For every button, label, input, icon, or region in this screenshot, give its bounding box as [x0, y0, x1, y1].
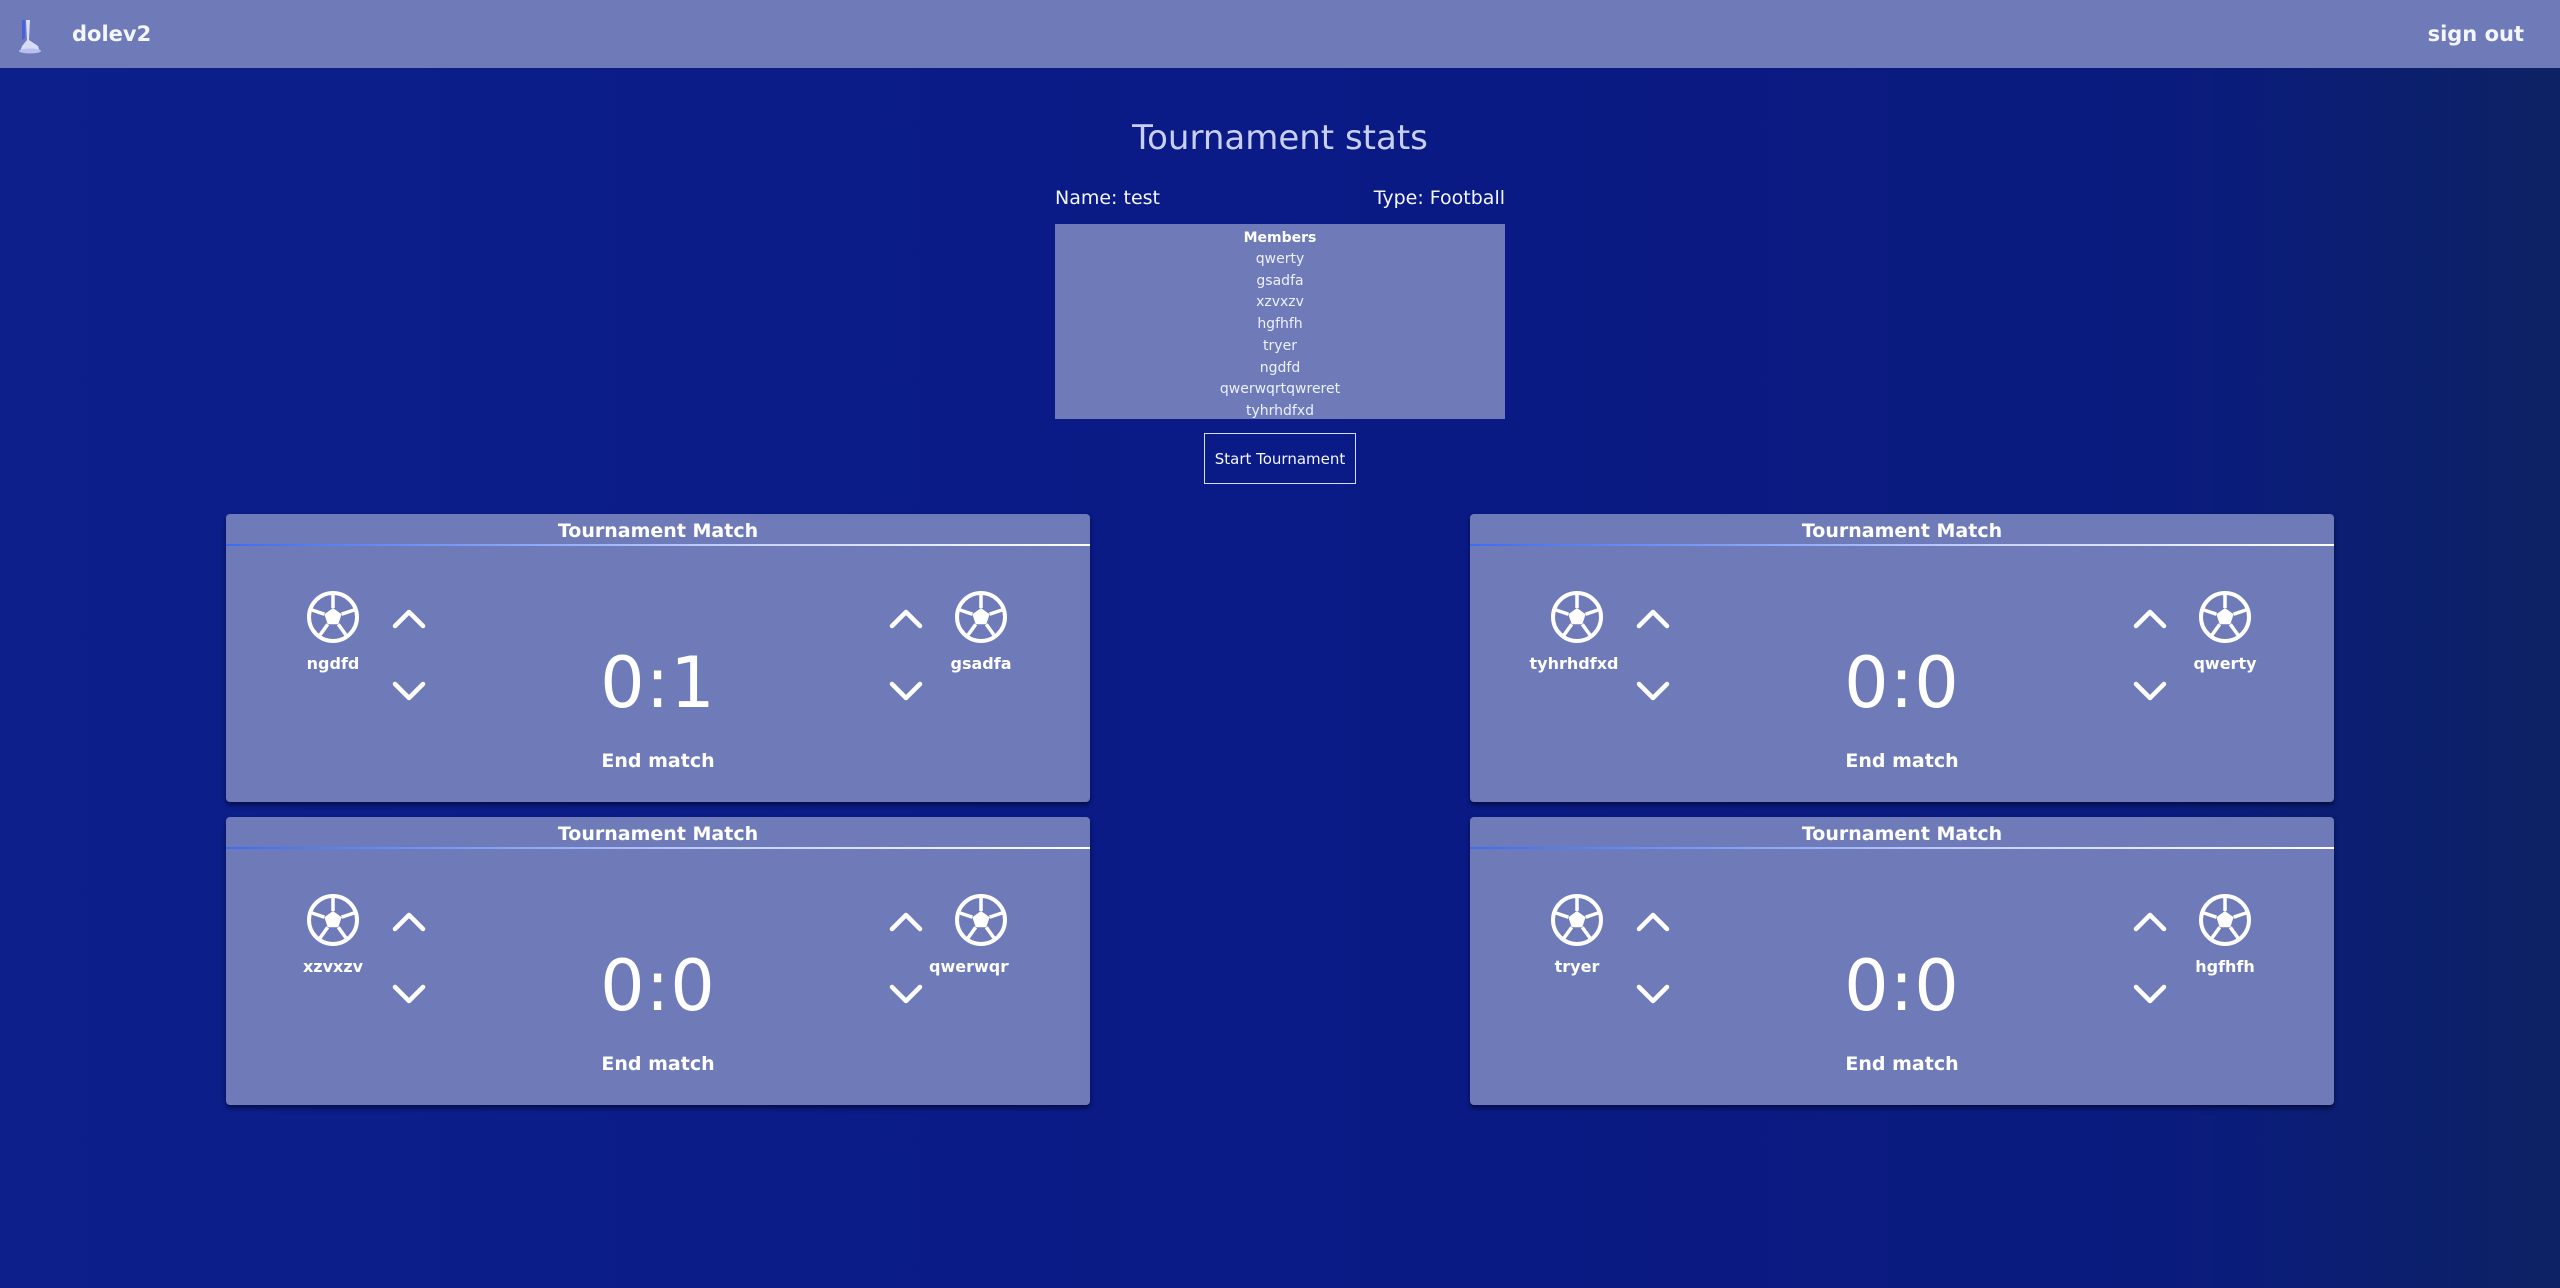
soccer-ball-icon: [954, 893, 1008, 947]
end-match-button[interactable]: End match: [1470, 750, 2334, 772]
right-score-up-chevron-up-icon[interactable]: [2130, 602, 2170, 632]
member-item: xzvxzv: [1256, 294, 1304, 311]
right-score-up-chevron-up-icon[interactable]: [2130, 905, 2170, 935]
soccer-ball-icon: [1550, 590, 1604, 644]
members-list: Members qwerty gsadfa xzvxzv hgfhfh trye…: [1055, 224, 1505, 419]
soccer-ball-icon: [2198, 893, 2252, 947]
end-match-button[interactable]: End match: [1470, 1053, 2334, 1075]
match-score: 0:1: [600, 642, 716, 724]
match-card-3: Tournament Match xzvxzv qwerwqrtqwreret …: [226, 817, 1090, 1105]
match-score: 0:0: [600, 945, 716, 1027]
member-item: qwerwqrtqwreret: [1219, 381, 1341, 398]
end-match-button[interactable]: End match: [226, 1053, 1090, 1075]
match-card-1: Tournament Match ngdfd gsadfa 0:1 End ma…: [226, 514, 1090, 802]
member-item: ngdfd: [1259, 359, 1301, 376]
start-tournament-button[interactable]: Start Tournament: [1204, 433, 1356, 484]
match-score: 0:0: [1844, 642, 1960, 724]
left-score-up-chevron-up-icon[interactable]: [389, 905, 429, 935]
match-title: Tournament Match: [1470, 514, 2334, 548]
member-item: tryer: [1263, 337, 1297, 354]
soccer-ball-icon: [954, 590, 1008, 644]
logo-icon[interactable]: [16, 18, 46, 54]
tournament-name: Name: test: [1055, 187, 1160, 209]
right-score-up-chevron-up-icon[interactable]: [886, 602, 926, 632]
sign-out-link[interactable]: sign out: [2428, 22, 2524, 46]
soccer-ball-icon: [1550, 893, 1604, 947]
match-title: Tournament Match: [226, 817, 1090, 851]
tournament-type: Type: Football: [1373, 187, 1505, 209]
soccer-ball-icon: [306, 893, 360, 947]
left-score-up-chevron-up-icon[interactable]: [389, 602, 429, 632]
member-item: tyhrhdfxd: [1245, 402, 1315, 419]
match-card-4: Tournament Match tryer hgfhfh 0:0 End ma…: [1470, 817, 2334, 1105]
left-score-up-chevron-up-icon[interactable]: [1633, 905, 1673, 935]
page-title: Tournament stats: [1132, 118, 1428, 158]
right-score-up-chevron-up-icon[interactable]: [886, 905, 926, 935]
match-score: 0:0: [1844, 945, 1960, 1027]
soccer-ball-icon: [2198, 590, 2252, 644]
left-score-up-chevron-up-icon[interactable]: [1633, 602, 1673, 632]
match-card-2: Tournament Match tyhrhdfxd qwerty 0:0 En…: [1470, 514, 2334, 802]
tournament-info-row: Name: test Type: Football: [1055, 187, 1505, 209]
member-item: qwerty: [1255, 251, 1305, 267]
match-title: Tournament Match: [1470, 817, 2334, 851]
match-title: Tournament Match: [226, 514, 1090, 548]
brand-name[interactable]: dolev2: [72, 22, 151, 46]
soccer-ball-icon: [306, 590, 360, 644]
end-match-button[interactable]: End match: [226, 750, 1090, 772]
top-navigation-bar: dolev2 sign out: [0, 0, 2560, 68]
member-item: hgfhfh: [1257, 316, 1303, 333]
members-heading: Members: [1243, 230, 1317, 246]
member-item: gsadfa: [1256, 272, 1304, 289]
